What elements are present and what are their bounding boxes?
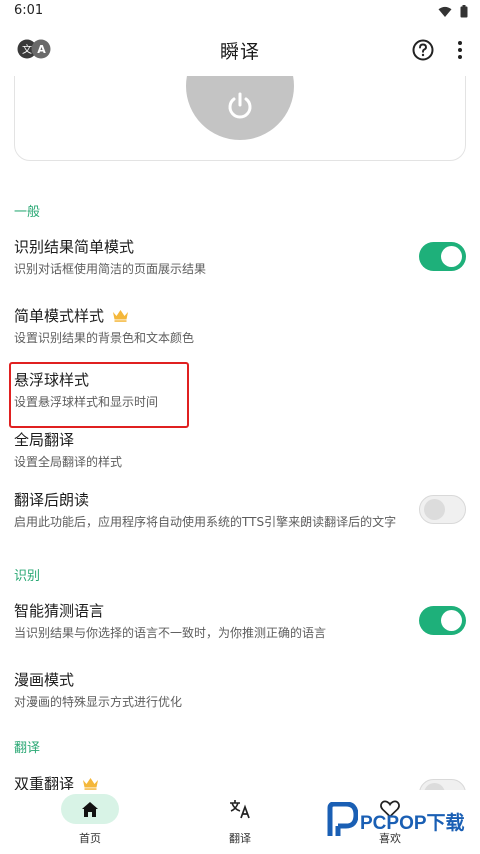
settings-list[interactable]: 一般 识别结果简单模式 识别对话框使用简洁的页面展示结果 简单模式样式 设置识别… [0, 76, 480, 790]
setting-dual-translation[interactable]: 双重翻译 [0, 773, 480, 790]
setting-title-row: 双重翻译 [14, 773, 99, 790]
nav-home-pill [61, 794, 119, 824]
setting-desc: 对漫画的特殊显示方式进行优化 [14, 695, 183, 709]
page-title: 瞬译 [219, 41, 260, 63]
battery-icon [460, 5, 468, 18]
setting-desc: 识别对话框使用简洁的页面展示结果 [14, 262, 207, 276]
setting-title: 简单模式样式 [14, 307, 105, 325]
nav-translate-pill [211, 794, 269, 824]
section-header-translation: 翻译 [14, 741, 41, 756]
setting-comic-mode[interactable]: 漫画模式 对漫画的特殊显示方式进行优化 [0, 669, 480, 729]
translate-icon [230, 800, 250, 819]
section-header-recognition: 识别 [14, 569, 41, 584]
toggle-dual-translation[interactable] [419, 779, 466, 790]
setting-simple-mode-style[interactable]: 简单模式样式 设置识别结果的背景色和文本颜色 [0, 305, 480, 365]
toggle-knob [441, 610, 462, 631]
section-header-general: 一般 [14, 205, 41, 220]
nav-home[interactable]: 首页 [45, 794, 135, 850]
setting-title: 识别结果简单模式 [14, 238, 135, 256]
watermark-text: PCPOP下载 [360, 813, 465, 834]
setting-title: 智能猜测语言 [14, 602, 105, 620]
watermark: PCPOP下载 [326, 802, 476, 842]
setting-desc: 设置识别结果的背景色和文本颜色 [14, 331, 195, 345]
toggle-knob [441, 246, 462, 267]
power-icon [228, 92, 252, 119]
setting-global-translation[interactable]: 全局翻译 设置全局翻译的样式 [0, 429, 480, 489]
setting-title: 双重翻译 [14, 775, 75, 790]
toggle-simple-result-mode[interactable] [419, 242, 466, 271]
setting-smart-language-guess[interactable]: 智能猜测语言 当识别结果与你选择的语言不一致时，为你推测正确的语言 [0, 600, 480, 660]
power-button[interactable] [186, 76, 294, 140]
status-bar: 6:01 [0, 0, 480, 24]
nav-home-label: 首页 [79, 832, 101, 845]
more-vert-icon[interactable] [452, 39, 468, 61]
status-time: 6:01 [14, 3, 44, 18]
setting-read-after-translation[interactable]: 翻译后朗读 启用此功能后，应用程序将自动使用系统的TTS引擎来朗读翻译后的文字 [0, 489, 480, 549]
toggle-read-after-translation[interactable] [419, 495, 466, 524]
setting-simple-result-mode[interactable]: 识别结果简单模式 识别对话框使用简洁的页面展示结果 [0, 236, 480, 296]
setting-desc: 启用此功能后，应用程序将自动使用系统的TTS引擎来朗读翻译后的文字 [14, 515, 397, 529]
wifi-icon [438, 6, 452, 17]
setting-desc: 设置全局翻译的样式 [14, 455, 123, 469]
pcpop-logo-icon [327, 802, 358, 836]
app-bar: 文 A 瞬译 [0, 24, 480, 76]
setting-title: 全局翻译 [14, 431, 75, 449]
status-icons [438, 5, 468, 18]
crown-icon [113, 310, 129, 322]
crown-icon [83, 778, 99, 790]
help-circle-icon[interactable] [412, 39, 434, 61]
setting-desc: 当识别结果与你选择的语言不一致时，为你推测正确的语言 [14, 626, 327, 640]
home-icon [82, 801, 98, 817]
highlight-annotation [9, 362, 189, 428]
nav-translate-label: 翻译 [229, 832, 251, 845]
setting-title: 漫画模式 [14, 671, 75, 689]
toggle-smart-language-guess[interactable] [419, 606, 466, 635]
nav-translate[interactable]: 翻译 [195, 794, 285, 850]
service-card [14, 76, 466, 161]
setting-title: 翻译后朗读 [14, 491, 90, 509]
toggle-knob [424, 783, 445, 790]
toggle-knob [424, 499, 445, 520]
setting-title-row: 简单模式样式 [14, 305, 129, 326]
